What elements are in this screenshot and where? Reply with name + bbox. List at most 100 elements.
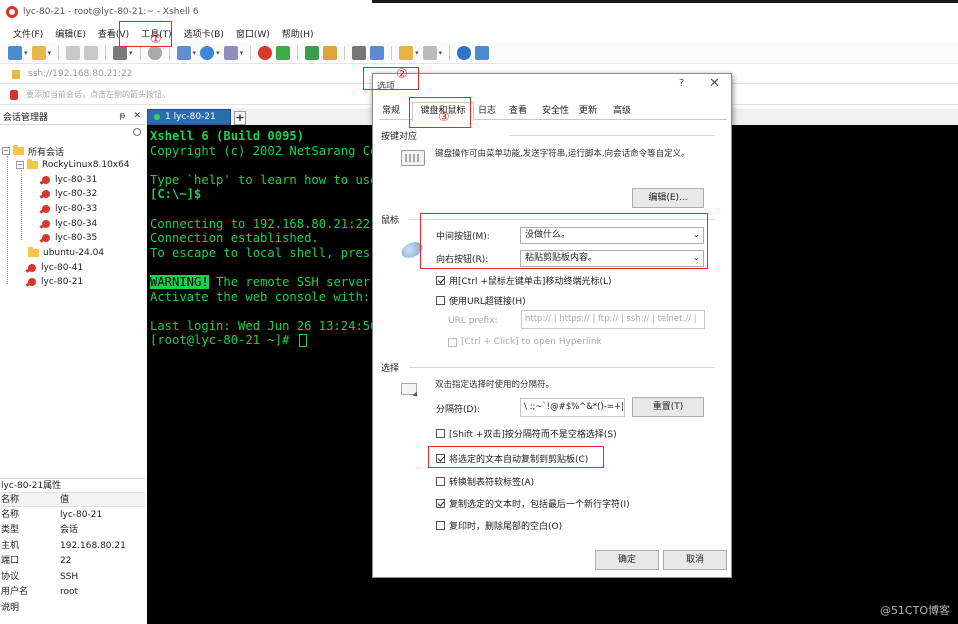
keyboard-icon[interactable] — [352, 45, 367, 60]
collapse-icon[interactable]: − — [16, 161, 24, 169]
copy-icon[interactable] — [113, 45, 128, 60]
property-row: 类型 会话 — [0, 523, 145, 539]
close-icon[interactable]: ✕ — [133, 111, 141, 121]
dropdown-arrow-icon[interactable]: ▾ — [24, 49, 28, 57]
dropdown-arrow-icon[interactable]: ▾ — [193, 49, 197, 57]
tab-advanced[interactable]: 高级 — [613, 105, 631, 120]
dropdown-arrow-icon[interactable]: ▾ — [240, 49, 244, 57]
delimiter-field[interactable]: \ :;~`!@#$%^&*()-=+|[]{} — [520, 398, 625, 417]
dropdown-arrow-icon[interactable]: ▾ — [415, 49, 419, 57]
transfer-icon[interactable] — [176, 45, 191, 60]
tree-folder-ubuntu[interactable]: ubuntu-24.04 — [28, 246, 104, 260]
ctrl-click-hyperlink-option[interactable]: [Ctrl + Click] to open Hyperlink — [448, 337, 602, 347]
tab-update[interactable]: 更新 — [579, 105, 597, 120]
checkbox[interactable] — [436, 296, 445, 305]
property-value: SSH — [60, 571, 79, 582]
tree-root-label: 所有会话 — [28, 147, 65, 158]
tab-log[interactable]: 日志 — [478, 105, 496, 120]
lock-icon[interactable] — [323, 45, 338, 60]
font-icon[interactable] — [223, 45, 238, 60]
search-icon[interactable] — [133, 128, 141, 136]
script-icon[interactable] — [399, 45, 414, 60]
ctrl-click-cursor-option[interactable]: 用[Ctrl +鼠标左键单击]移动终端光标(L) — [436, 274, 611, 287]
dialog-body: 按键对应 键盘操作可由菜单功能,发送字符串,运行脚本,向会话命令等自定义。 编辑… — [381, 123, 725, 537]
tree-session[interactable]: lyc-80-34 — [40, 217, 97, 231]
property-row: 说明 — [0, 600, 145, 616]
watermark: @51CTO博客 — [879, 604, 950, 617]
tab-session[interactable]: 1 lyc-80-21 — [147, 109, 231, 125]
bookmark-icon[interactable] — [10, 89, 18, 100]
tab-general[interactable]: 常规 — [382, 105, 400, 120]
menu-file[interactable]: 文件(F) — [8, 27, 48, 40]
session-search[interactable] — [0, 126, 145, 140]
session-label: lyc-80-41 — [41, 263, 84, 273]
open-folder-icon[interactable] — [31, 45, 46, 60]
session-label: lyc-80-34 — [55, 219, 98, 229]
copy-newline-option[interactable]: 复制选定的文本时，包括最后一个新行字符(I) — [436, 497, 630, 510]
menu-window[interactable]: 窗口(W) — [231, 27, 275, 40]
dropdown-arrow-icon[interactable]: ▾ — [216, 49, 220, 57]
tree-session[interactable]: lyc-80-41 — [26, 261, 83, 275]
annotation-step-2: ② — [396, 67, 408, 82]
tree-session[interactable]: lyc-80-33 — [40, 202, 97, 216]
toolbar-separator — [139, 45, 141, 60]
reset-button[interactable]: 重置(T) — [632, 397, 704, 417]
find-icon[interactable] — [147, 45, 162, 60]
option-label: 复印时，删除尾部的空白(O) — [449, 522, 563, 532]
pin-icon[interactable]: ᵽ — [119, 111, 125, 121]
cancel-button[interactable]: 取消 — [663, 550, 727, 570]
menu-tabs[interactable]: 选项卡(B) — [179, 27, 229, 40]
help-icon[interactable]: ? — [679, 78, 684, 89]
add-tab-button[interactable]: + — [234, 111, 246, 125]
url-prefix-field[interactable]: http:// | https:// | ftp:// | ssh:// | t… — [521, 310, 705, 329]
tab-view[interactable]: 查看 — [509, 105, 527, 120]
toolbar-separator — [449, 45, 451, 60]
globe-icon[interactable] — [200, 45, 215, 60]
checkbox[interactable] — [436, 477, 445, 486]
xmanager-icon[interactable] — [276, 45, 291, 60]
help-icon[interactable] — [457, 45, 472, 60]
checkbox[interactable] — [436, 521, 445, 530]
disconnect-icon[interactable] — [66, 45, 81, 60]
dropdown-arrow-icon[interactable]: ▾ — [129, 49, 133, 57]
tree-session[interactable]: lyc-80-31 — [40, 173, 97, 187]
layout-icon[interactable] — [422, 45, 437, 60]
trim-trailing-option[interactable]: 复印时，删除尾部的空白(O) — [436, 519, 562, 532]
close-icon[interactable]: ✕ — [709, 76, 720, 91]
compose-icon[interactable] — [370, 45, 385, 60]
fullscreen-icon[interactable] — [305, 45, 320, 60]
dropdown-arrow-icon[interactable]: ▾ — [48, 49, 52, 57]
tree-folder-rocky[interactable]: − RockyLinux8.10x64 — [16, 158, 130, 172]
shift-double-click-option[interactable]: [Shift +双击]按分隔符而不是空格选择(S) — [436, 427, 617, 440]
toolbar-separator — [297, 45, 299, 60]
tab-security[interactable]: 安全性 — [542, 105, 569, 120]
chat-icon[interactable] — [475, 45, 490, 60]
checkbox[interactable] — [436, 276, 445, 285]
window-title: lyc-80-21 - root@lyc-80-21:~ - Xshell 6 — [23, 7, 199, 17]
option-label: 复制选定的文本时，包括最后一个新行字符(I) — [449, 500, 630, 510]
warning-tag: WARNING! — [150, 274, 209, 289]
annotation-box-tools-menu — [119, 21, 172, 47]
menu-edit[interactable]: 编辑(E) — [50, 27, 91, 40]
reconnect-icon[interactable] — [84, 45, 99, 60]
checkbox[interactable] — [448, 337, 457, 347]
tree-session-active[interactable]: lyc-80-21 — [26, 275, 83, 289]
tree-root[interactable]: − 所有会话 — [2, 144, 64, 158]
annotation-step-3: ③ — [438, 110, 450, 125]
xftp-icon[interactable] — [258, 45, 273, 60]
use-url-option[interactable]: 使用URL超链接(H) — [436, 294, 526, 307]
collapse-icon[interactable]: − — [2, 147, 10, 155]
hint-text: 要添加当前会话，点击左侧的箭头按钮。 — [26, 90, 170, 99]
checkbox[interactable] — [436, 499, 445, 508]
new-session-icon[interactable] — [8, 45, 22, 60]
menu-help[interactable]: 帮助(H) — [277, 27, 319, 40]
option-label: 用[Ctrl +鼠标左键单击]移动终端光标(L) — [449, 277, 612, 287]
edit-keymap-button[interactable]: 编辑(E)... — [632, 188, 704, 208]
dropdown-arrow-icon[interactable]: ▾ — [439, 49, 443, 57]
tab-to-space-option[interactable]: 转换制表符软标签(A) — [436, 475, 534, 488]
session-label: lyc-80-32 — [55, 189, 98, 199]
tree-session[interactable]: lyc-80-35 — [40, 231, 97, 245]
tree-session[interactable]: lyc-80-32 — [40, 187, 97, 201]
ok-button[interactable]: 确定 — [595, 550, 659, 570]
checkbox[interactable] — [436, 429, 445, 438]
